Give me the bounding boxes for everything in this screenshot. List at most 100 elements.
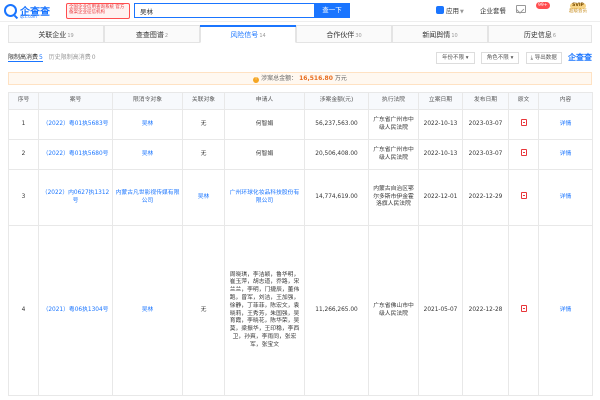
- table-header-row: 序号 案号 限消令对象 关联对象 申请人 涉案金额(元) 执行法院 立案日期 发…: [8, 92, 593, 110]
- subtab-consumption-limit[interactable]: 限制高消费5: [8, 52, 43, 62]
- tab-graph[interactable]: 查查图谱2: [104, 25, 200, 43]
- applicant: 周晓琪，李洁颖，鲁华明，崔玉萍，胡志道，乔路，宋兰兰，李明，门捷辰，董伟跑，曾军…: [224, 225, 305, 396]
- search-input[interactable]: [134, 3, 314, 18]
- tab-partners[interactable]: 合作伙伴30: [296, 25, 392, 43]
- svip-entry[interactable]: SVIP 超级会员: [560, 3, 596, 20]
- applicant: 何智娟: [224, 109, 305, 140]
- row-index: 1: [8, 109, 39, 140]
- row-index: 3: [8, 169, 39, 226]
- case-no-link[interactable]: （2022）粤01执5683号: [38, 109, 113, 140]
- subtab-count: 5: [39, 54, 43, 61]
- edition-link[interactable]: 企业套餐: [480, 5, 506, 17]
- table-row: 1 （2022）粤01执5683号 吴林 无 何智娟 56,237,563.00…: [8, 109, 593, 140]
- published-date: 2022-12-29: [462, 169, 509, 226]
- tab-count: 30: [355, 33, 362, 39]
- col-applicant: 申请人: [224, 92, 305, 110]
- tab-risk-signals[interactable]: 风险信号14: [200, 25, 296, 43]
- court: 广东省广州市中级人民法院: [368, 109, 419, 140]
- col-related: 关联对象: [182, 92, 225, 110]
- applicant: 何智娟: [224, 139, 305, 170]
- chevron-down-icon: ▾: [510, 55, 514, 61]
- tab-label: 新闻舆情: [422, 31, 451, 39]
- table-row: 3 （2022）内0627执1312号 内蒙古凡世影视传媒有限公司 吴林 广州环…: [8, 169, 593, 226]
- col-target: 限消令对象: [112, 92, 183, 110]
- amount: 11,266,265.00: [304, 225, 369, 396]
- row-index: 4: [8, 225, 39, 396]
- role-filter[interactable]: 角色不限 ▾: [480, 52, 520, 64]
- year-filter[interactable]: 年份不限 ▾: [436, 52, 475, 64]
- tab-history[interactable]: 历史信息6: [488, 25, 592, 43]
- subtab-count: 0: [91, 54, 96, 61]
- export-label: 导出数据: [534, 55, 557, 61]
- qcc-logo[interactable]: 企查查 qcc.com: [4, 3, 64, 19]
- amount: 20,506,408.00: [304, 139, 369, 170]
- app-grid-icon: [436, 6, 444, 14]
- published-date: 2023-03-07: [462, 109, 509, 140]
- tab-label: 关联企业: [38, 31, 67, 39]
- tab-count: 2: [164, 33, 169, 39]
- tab-label: 风险信号: [230, 31, 259, 39]
- col-published: 发布日期: [462, 92, 509, 110]
- related: 无: [182, 139, 225, 170]
- col-court: 执行法院: [368, 92, 419, 110]
- detail-link[interactable]: 详情: [538, 225, 593, 396]
- tab-label: 合作伙伴: [326, 31, 355, 39]
- target-link[interactable]: 吴林: [112, 139, 183, 170]
- case-no-link[interactable]: （2021）粤06执1304号: [38, 225, 113, 396]
- row-index: 2: [8, 139, 39, 170]
- tab-count: 19: [67, 33, 74, 39]
- amount: 14,774,619.00: [304, 169, 369, 226]
- case-no-link[interactable]: （2022）内0627执1312号: [38, 169, 113, 226]
- court: 内蒙古自治区鄂尔多斯市伊金霍洛旗人民法院: [368, 169, 419, 226]
- svip-sub: 超级会员: [569, 9, 587, 14]
- pdf-document-icon[interactable]: [520, 149, 527, 157]
- detail-link[interactable]: 详情: [538, 109, 593, 140]
- main-tabs: 关联企业19 查查图谱2 风险信号14 合作伙伴30 新闻舆情10 历史信息6: [0, 25, 600, 45]
- consumption-limit-table: 序号 案号 限消令对象 关联对象 申请人 涉案金额(元) 执行法院 立案日期 发…: [8, 92, 593, 396]
- pdf-document-icon[interactable]: [520, 305, 527, 313]
- role-filter-label: 角色不限: [486, 55, 509, 61]
- target-link[interactable]: 内蒙古凡世影视传媒有限公司: [112, 169, 183, 226]
- subtab-label: 限制高消费: [8, 54, 39, 61]
- court: 广东省佛山市中级人民法院: [368, 225, 419, 396]
- total-amount: 16,516.80: [299, 75, 333, 82]
- detail-link[interactable]: 详情: [538, 169, 593, 226]
- detail-link[interactable]: 详情: [538, 139, 593, 170]
- target-link[interactable]: 吴林: [112, 109, 183, 140]
- filed-date: 2022-10-13: [418, 109, 463, 140]
- app-menu[interactable]: 应用▼: [436, 5, 464, 17]
- chevron-down-icon: ▾: [465, 55, 469, 61]
- target-link[interactable]: 吴林: [112, 225, 183, 396]
- case-no-link[interactable]: （2022）粤01执5680号: [38, 139, 113, 170]
- col-amount: 涉案金额(元): [304, 92, 369, 110]
- total-unit: 万元: [334, 75, 347, 82]
- message-icon[interactable]: [516, 5, 526, 13]
- published-date: 2022-12-28: [462, 225, 509, 396]
- subtab-label: 历史限制高消费: [48, 54, 91, 61]
- message-count-badge: 99+: [536, 2, 550, 9]
- col-document: 原文: [508, 92, 539, 110]
- tab-count: 14: [259, 33, 266, 39]
- tab-related-companies[interactable]: 关联企业19: [8, 25, 104, 43]
- slogan-badge: 全国企业信用查询系统 官方备案企业征信机构: [66, 3, 130, 19]
- info-icon: !: [253, 77, 260, 83]
- magnifier-logo-icon: [4, 4, 17, 17]
- related-link[interactable]: 吴林: [182, 169, 225, 226]
- total-amount-bar: ! 涉案总金额： 16,516.80 万元: [8, 72, 592, 85]
- applicant-link[interactable]: 广州环球化妆品科技股份有限公司: [224, 169, 305, 226]
- filed-date: 2021-05-07: [418, 225, 463, 396]
- pdf-document-icon[interactable]: [520, 119, 527, 127]
- filed-date: 2022-10-13: [418, 139, 463, 170]
- top-bar: 企查查 qcc.com 全国企业信用查询系统 官方备案企业征信机构 查一下 应用…: [0, 0, 600, 22]
- year-filter-label: 年份不限: [442, 55, 465, 61]
- export-button[interactable]: ⤓ 导出数据: [525, 52, 562, 64]
- published-date: 2023-03-07: [462, 139, 509, 170]
- filed-date: 2022-12-01: [418, 169, 463, 226]
- tab-news[interactable]: 新闻舆情10: [392, 25, 488, 43]
- filter-bar: 年份不限 ▾ 角色不限 ▾ ⤓ 导出数据 企查查: [432, 52, 592, 66]
- subtab-history-consumption-limit[interactable]: 历史限制高消费0: [49, 52, 96, 61]
- pdf-document-icon[interactable]: [520, 192, 527, 200]
- search-button[interactable]: 查一下: [314, 3, 350, 18]
- amount: 56,237,563.00: [304, 109, 369, 140]
- document-cell: [508, 109, 539, 140]
